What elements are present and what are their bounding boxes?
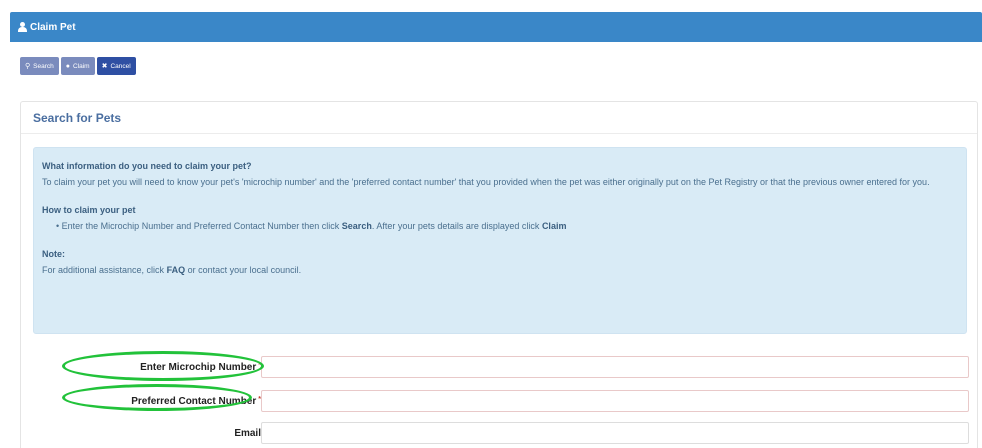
contact-label: Preferred Contact Number * xyxy=(131,396,261,407)
close-icon: ✖ xyxy=(101,62,108,70)
cancel-button-label: Cancel xyxy=(110,62,131,70)
search-button-label: Search xyxy=(33,62,54,70)
contact-row: Preferred Contact Number * xyxy=(21,389,979,413)
bullet-text-prefix: Enter the Microchip Number and Preferred… xyxy=(61,221,340,231)
header-title-text: Claim Pet xyxy=(30,21,76,33)
info-box: What information do you need to claim yo… xyxy=(33,147,967,334)
email-input[interactable] xyxy=(261,422,969,444)
bullet-search-keyword: Search xyxy=(341,221,372,231)
search-panel: Search for Pets What information do you … xyxy=(20,101,978,448)
bullet-claim-keyword: Claim xyxy=(541,221,567,231)
note-faq-keyword: FAQ xyxy=(166,265,186,275)
window-header: Claim Pet xyxy=(10,12,982,42)
contact-label-text: Preferred Contact Number xyxy=(131,395,257,407)
cancel-button[interactable]: ✖ Cancel xyxy=(96,57,136,75)
email-row: Email xyxy=(21,421,979,445)
info-note: For additional assistance, click FAQ or … xyxy=(42,262,958,278)
info-bullet: • Enter the Microchip Number and Preferr… xyxy=(56,221,567,231)
search-button[interactable]: ⚲ Search xyxy=(20,57,59,75)
info-paragraph: To claim your pet you will need to know … xyxy=(42,177,930,187)
toolbar: ⚲ Search ● Claim ✖ Cancel xyxy=(20,57,136,75)
note-text-prefix: For additional assistance, click xyxy=(42,265,165,275)
panel-heading: Search for Pets xyxy=(21,102,977,134)
claim-button-label: Claim xyxy=(72,62,90,70)
email-label: Email xyxy=(234,427,261,439)
header-title: Claim Pet xyxy=(18,22,76,33)
claim-button[interactable]: ● Claim xyxy=(60,57,95,75)
microchip-input[interactable] xyxy=(261,356,969,378)
user-icon xyxy=(18,22,27,32)
note-text-suffix: or contact your local council. xyxy=(187,265,302,275)
bullet-text-middle: . After your pets details are displayed … xyxy=(371,221,540,231)
microchip-label-text: Enter Microchip Number xyxy=(140,361,257,373)
info-heading-how: How to claim your pet xyxy=(42,205,136,215)
info-heading-what: What information do you need to claim yo… xyxy=(42,161,252,171)
info-heading-note: Note: xyxy=(42,249,65,259)
contact-number-input[interactable] xyxy=(261,390,969,412)
microchip-label: Enter Microchip Number * xyxy=(140,362,261,373)
search-icon: ⚲ xyxy=(25,62,31,70)
panel-title: Search for Pets xyxy=(33,110,122,125)
microchip-row: Enter Microchip Number * xyxy=(21,355,979,379)
check-circle-icon: ● xyxy=(65,62,70,70)
